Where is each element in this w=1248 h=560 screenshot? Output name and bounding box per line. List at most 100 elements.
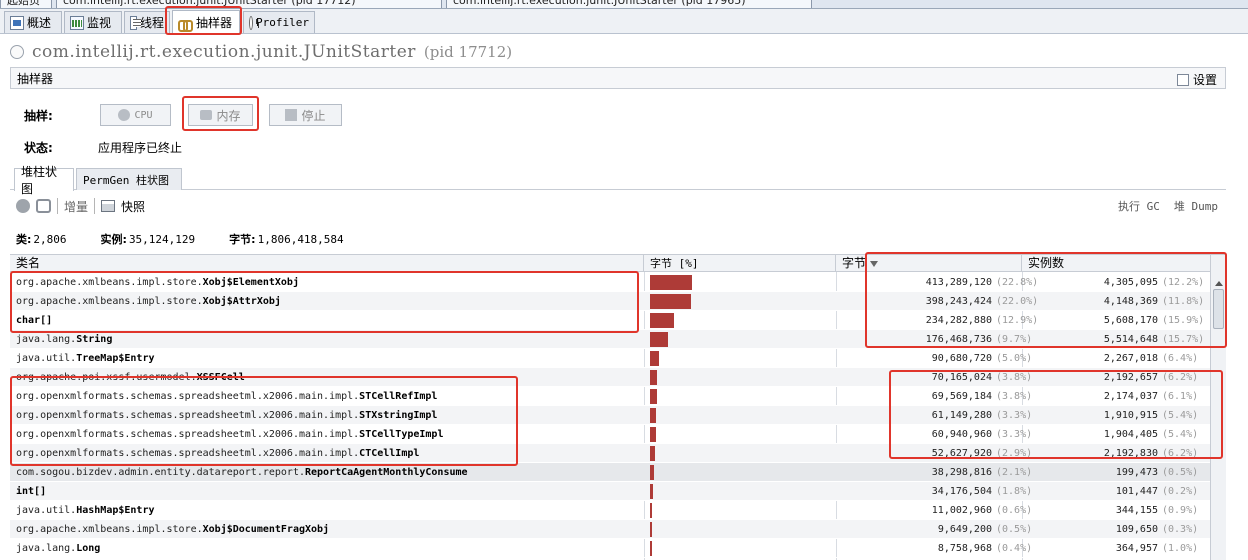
instances-cell: 2,267,018 xyxy=(1103,353,1158,364)
snapshot-button[interactable]: 快照 xyxy=(121,198,145,215)
scroll-up-icon[interactable] xyxy=(1215,281,1223,286)
memory-button[interactable]: 内存 xyxy=(188,104,253,126)
table-row[interactable]: org.apache.poi.xssf.usermodel.XSSFCell 70… xyxy=(10,368,1210,387)
status-value: 应用程序已终止 xyxy=(98,140,183,155)
window-tab-pid-17965[interactable]: com.intellij.rt.execution.junit.JUnitSta… xyxy=(446,0,812,8)
settings-toggle[interactable]: 设置 xyxy=(1176,71,1217,88)
class-name-cell: int[] xyxy=(16,482,46,501)
tab-profiler-label: Profiler xyxy=(256,16,309,29)
table-row[interactable]: org.openxmlformats.schemas.spreadsheetml… xyxy=(10,406,1210,425)
instances-cell: 5,608,170 xyxy=(1103,315,1158,326)
bytes-cell: 413,289,120 xyxy=(925,277,992,288)
instances-stat-label: 实例: xyxy=(100,233,127,246)
window-tab-pid-17712[interactable]: com.intellij.rt.execution.junit.JUnitSta… xyxy=(56,0,442,8)
class-package: java.lang. xyxy=(16,334,77,345)
table-row[interactable]: java.lang.String 176,468,736 (9.7%) 5,514,6… xyxy=(10,330,1210,349)
refresh-icon[interactable] xyxy=(36,199,51,213)
class-name-cell: org.apache.xmlbeans.impl.store.Xobj$Docu… xyxy=(16,520,329,539)
bytes-percent-cell: (9.7%) xyxy=(996,334,1033,345)
window-tab-start-page[interactable]: 起始页 xyxy=(0,0,52,8)
instances-cell: 364,957 xyxy=(1115,543,1158,554)
settings-checkbox[interactable] xyxy=(1176,73,1189,86)
class-name-cell: org.openxmlformats.schemas.spreadsheetml… xyxy=(16,406,437,425)
bytes-percent-cell: (1.8%) xyxy=(996,486,1033,497)
table-body: org.apache.xmlbeans.impl.store.Xobj$Elem… xyxy=(10,273,1210,558)
bytes-percent-bar xyxy=(650,351,660,366)
tab-profiler[interactable]: Profiler xyxy=(243,11,315,33)
instances-cell: 4,305,095 xyxy=(1103,277,1158,288)
bytes-percent-cell: (0.5%) xyxy=(996,524,1033,535)
tab-threads[interactable]: 线程 xyxy=(124,11,170,33)
table-row[interactable]: org.openxmlformats.schemas.spreadsheetml… xyxy=(10,387,1210,406)
column-header-bytes[interactable]: 字节 xyxy=(836,255,1022,272)
tab-permgen-histogram-label: PermGen 柱状图 xyxy=(83,173,169,187)
heap-histogram-table: 类名 字节 [%] 字节 实例数 org.apache.xmlbeans.imp… xyxy=(10,254,1226,560)
tab-monitor-label: 监视 xyxy=(87,16,112,30)
bytes-percent-bar xyxy=(650,408,657,423)
class-simple-name: Xobj$DocumentFragXobj xyxy=(202,524,330,535)
tab-monitor[interactable]: 监视 xyxy=(64,11,122,33)
record-icon[interactable] xyxy=(16,199,30,213)
table-row[interactable]: java.lang.Long 8,758,968 (0.4%) 364,957 (1.0… xyxy=(10,539,1210,558)
instances-cell: 109,650 xyxy=(1115,524,1158,535)
instances-percent-cell: (5.4%) xyxy=(1162,410,1199,421)
class-package: java.util. xyxy=(16,505,77,516)
tab-sampler[interactable]: 抽样器 xyxy=(172,10,240,34)
instances-cell: 1,910,915 xyxy=(1103,410,1158,421)
column-header-instances[interactable]: 实例数 xyxy=(1022,255,1210,272)
heap-stats: 类: 2,806 实例: 35,124,129 字节: 1,806,418,58… xyxy=(16,231,344,247)
instances-cell: 2,192,657 xyxy=(1103,372,1158,383)
bytes-percent-cell: (22.8%) xyxy=(996,277,1039,288)
heap-dump-button[interactable]: 堆 Dump xyxy=(1174,198,1218,214)
table-row[interactable]: org.apache.xmlbeans.impl.store.Xobj$Elem… xyxy=(10,273,1210,292)
class-package: org.openxmlformats.schemas.spreadsheetml… xyxy=(16,410,360,421)
memory-button-label: 内存 xyxy=(216,108,241,123)
perform-gc-button[interactable]: 执行 GC xyxy=(1118,198,1160,214)
instances-percent-cell: (0.2%) xyxy=(1162,486,1199,497)
class-package: com.sogou.bizdev.admin.entity.datareport… xyxy=(16,467,305,478)
cpu-button[interactable]: CPU xyxy=(100,104,171,126)
table-row[interactable]: java.util.TreeMap$Entry 90,680,720 (5.0%) 2… xyxy=(10,349,1210,368)
bytes-percent-bar xyxy=(650,275,692,290)
tab-threads-label: 线程 xyxy=(139,16,164,30)
column-header-bytes-percent[interactable]: 字节 [%] xyxy=(644,255,836,272)
delta-button[interactable]: 增量 xyxy=(64,198,88,215)
instances-cell: 199,473 xyxy=(1115,467,1158,478)
table-row[interactable]: org.openxmlformats.schemas.spreadsheetml… xyxy=(10,425,1210,444)
table-row[interactable]: org.apache.xmlbeans.impl.store.Xobj$Docu… xyxy=(10,520,1210,539)
table-row[interactable]: char[] 234,282,880 (12.9%) 5,608,170 (15.9%) xyxy=(10,311,1210,330)
instances-percent-cell: (15.7%) xyxy=(1162,334,1205,345)
class-name-cell: char[] xyxy=(16,311,52,330)
sampler-icon xyxy=(178,15,193,32)
class-simple-name: STXstringImpl xyxy=(359,410,438,421)
toolbar-right: 执行 GC 堆 Dump xyxy=(1118,198,1218,214)
stop-button[interactable]: 停止 xyxy=(269,104,342,126)
scrollbar-thumb[interactable] xyxy=(1213,289,1224,329)
column-header-class-name[interactable]: 类名 xyxy=(10,255,644,272)
instances-stat-value: 35,124,129 xyxy=(128,232,196,246)
class-name-cell: com.sogou.bizdev.admin.entity.datareport… xyxy=(16,463,468,482)
class-package: java.lang. xyxy=(16,543,77,554)
bytes-percent-bar xyxy=(650,503,652,518)
bytes-percent-bar xyxy=(650,427,657,442)
tab-heap-histogram[interactable]: 堆柱状图 xyxy=(14,165,74,196)
table-row[interactable]: int[] 34,176,504 (1.8%) 101,447 (0.2%) xyxy=(10,482,1210,501)
table-scrollbar[interactable] xyxy=(1210,255,1226,560)
class-simple-name: String xyxy=(76,334,113,345)
table-row[interactable]: com.sogou.bizdev.admin.entity.datareport… xyxy=(10,463,1210,482)
bytes-percent-cell: (3.8%) xyxy=(996,372,1033,383)
class-simple-name: TreeMap$Entry xyxy=(76,353,155,364)
tab-permgen-histogram[interactable]: PermGen 柱状图 xyxy=(76,168,182,190)
class-package: org.openxmlformats.schemas.spreadsheetml… xyxy=(16,391,360,402)
bytes-percent-cell: (0.4%) xyxy=(996,543,1033,554)
class-name-cell: org.openxmlformats.schemas.spreadsheetml… xyxy=(16,387,437,406)
table-row[interactable]: java.util.HashMap$Entry 11,002,960 (0.6%) 3… xyxy=(10,501,1210,520)
snapshot-icon xyxy=(101,200,116,212)
stop-icon xyxy=(285,109,298,121)
class-package: java.util. xyxy=(16,353,77,364)
tab-overview[interactable]: 概述 xyxy=(4,11,62,33)
table-row[interactable]: org.apache.xmlbeans.impl.store.Xobj$Attr… xyxy=(10,292,1210,311)
instances-percent-cell: (6.2%) xyxy=(1162,372,1199,383)
table-row[interactable]: org.openxmlformats.schemas.spreadsheetml… xyxy=(10,444,1210,463)
column-header-bytes-label: 字节 xyxy=(842,256,867,270)
